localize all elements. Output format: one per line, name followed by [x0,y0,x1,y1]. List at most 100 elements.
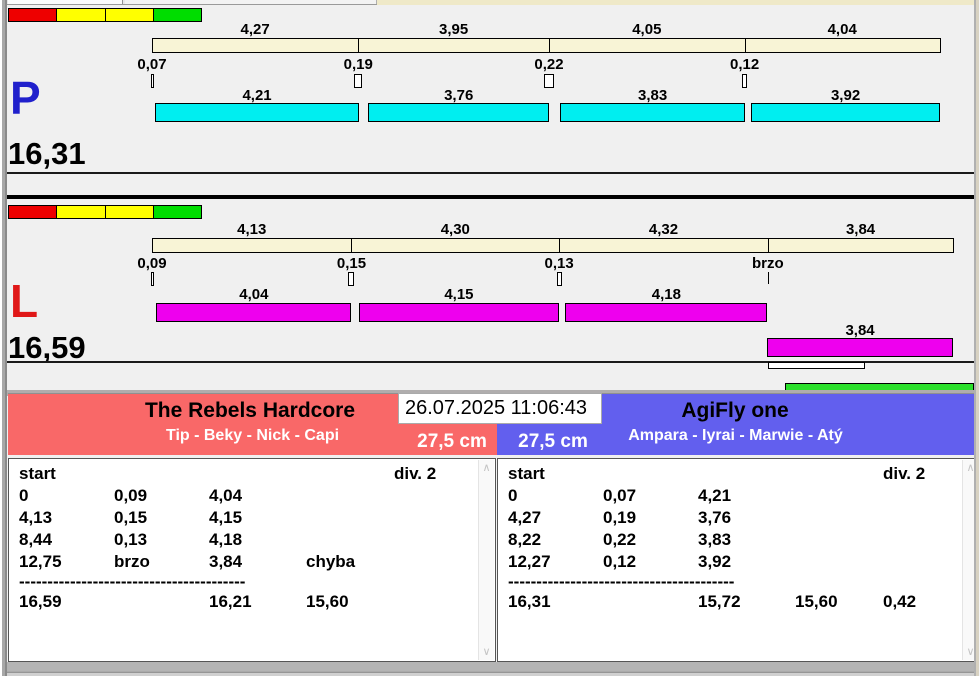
window-border-right [974,0,980,676]
changeover-gap-tick [348,272,355,286]
table-cell [394,507,478,529]
table-total-cell [603,591,698,613]
table-header-row: start div. 2 [19,463,478,485]
scrollbar-left[interactable]: ∧ ∨ [478,460,494,660]
result-table-right-body: start div. 2 0 0,07 4,21 4,27 0,19 3,76 8,22 0,22… [498,459,962,661]
table-header-start: start [508,464,545,483]
table-cell: 4,04 [209,486,243,505]
table-cell [795,529,883,551]
dog-run-time-label: 4,18 [651,286,681,303]
split-time-bar-segment [549,38,746,53]
table-header-division: div. 2 [394,464,437,483]
lane-total-time-l: 16,59 [8,330,86,365]
split-time-label: 4,27 [240,21,270,38]
table-cell [394,485,478,507]
split-time-bar-segment [744,38,941,53]
table-cell: brzo [114,552,150,571]
scroll-up-icon[interactable]: ∧ [479,461,494,475]
table-cell [306,529,394,551]
split-time-bar-segment [767,238,955,253]
dog-run-bar [565,303,768,322]
changeover-gap-tick [544,74,555,88]
split-time-label: 4,04 [827,21,857,38]
window-border-left [0,0,7,676]
dog-run-time-label: 3,84 [845,322,875,339]
dog-run-time-label: 3,83 [638,87,668,104]
table-cell [883,529,962,551]
early-start-tick [767,272,769,284]
top-strip-segment [8,0,123,4]
table-total-cell: 16,21 [209,592,252,611]
result-table-left-body: start div. 2 0 0,09 4,04 4,13 0,15 4,15 8,44 0,13… [9,459,478,661]
table-row: 8,22 0,22 3,83 [508,529,962,551]
split-time-bar-segment [152,38,360,53]
table-cell: 0,15 [114,508,148,527]
changeover-gap-label: 0,19 [343,56,373,73]
status-light-block [8,8,58,22]
table-cell: 0,13 [114,530,148,549]
table-cell [394,551,478,573]
status-light-block [152,205,203,219]
table-cell: 0 [19,486,29,505]
split-time-label: 3,84 [845,221,876,238]
table-total-cell: 15,60 [795,592,838,611]
changeover-gap-label: 0,07 [137,56,167,73]
window-border-bottom [0,662,980,676]
jump-height-left: 27,5 cm [417,431,487,452]
split-time-label: 4,32 [648,221,679,238]
table-cell: 4,21 [698,486,732,505]
jump-height-right: 27,5 cm [518,431,588,452]
top-clipped-panel-strip [7,0,974,5]
status-light-block [104,205,154,219]
split-time-bar-segment [351,238,561,253]
changeover-gap-tick [556,272,562,286]
split-time-label: 4,05 [632,21,662,38]
table-cell: 4,18 [209,530,243,549]
changeover-gap-label: 0,22 [534,56,564,73]
table-row: 12,75 brzo 3,84 chyba [19,551,478,573]
dog-run-bar [155,103,359,122]
table-total-cell [114,591,209,613]
status-light-block [152,8,203,22]
table-cell: 0,12 [603,552,637,571]
result-table-right[interactable]: start div. 2 0 0,07 4,21 4,27 0,19 3,76 8,22 0,22… [497,458,980,662]
changeover-gap-label: 0,12 [730,56,760,73]
table-cell [795,485,883,507]
table-row: 4,13 0,15 4,15 [19,507,478,529]
changeover-gap-tick [742,74,748,88]
table-total-cell [394,591,478,613]
lane-p-bottom-border [7,172,974,174]
table-cell: 8,44 [19,530,53,549]
split-time-bar-segment [152,238,353,253]
table-cell: 12,27 [508,552,551,571]
table-totals-row: 16,59 16,21 15,60 [19,591,478,613]
changeover-gap-tick [354,74,363,88]
dog-run-time-label: 4,15 [444,286,474,303]
scroll-down-icon[interactable]: ∨ [479,645,494,659]
table-cell: 3,76 [698,508,732,527]
table-cell [306,507,394,529]
split-time-bar-segment [559,238,769,253]
table-total-cell: 15,72 [698,592,741,611]
table-header-row: start div. 2 [508,463,962,485]
table-cell: chyba [306,552,356,571]
changeover-gap-label: 0,15 [336,255,367,272]
changeover-gap-label: 0,13 [544,255,574,272]
lane-letter-p: P [10,72,41,124]
table-cell [795,507,883,529]
result-table-left[interactable]: start div. 2 0 0,09 4,04 4,13 0,15 4,15 8,44 0,13… [8,458,496,662]
dog-run-time-label: 3,92 [830,87,861,104]
dog-run-bar [367,103,550,122]
dog-run-time-label: 3,76 [444,87,474,104]
table-header-division: div. 2 [883,464,926,483]
dog-run-time-label: 4,04 [239,286,269,303]
table-row: 12,27 0,12 3,92 [508,551,962,573]
table-cell: 0,19 [603,508,637,527]
table-cell: 0,07 [603,486,637,505]
status-light-block [8,205,58,219]
lane-letter-l: L [10,275,39,327]
top-strip-segment [125,0,377,4]
top-strip-split-bar-sliver [377,0,974,5]
table-total-cell: 16,31 [508,592,551,611]
dog-run-bar [156,303,352,322]
